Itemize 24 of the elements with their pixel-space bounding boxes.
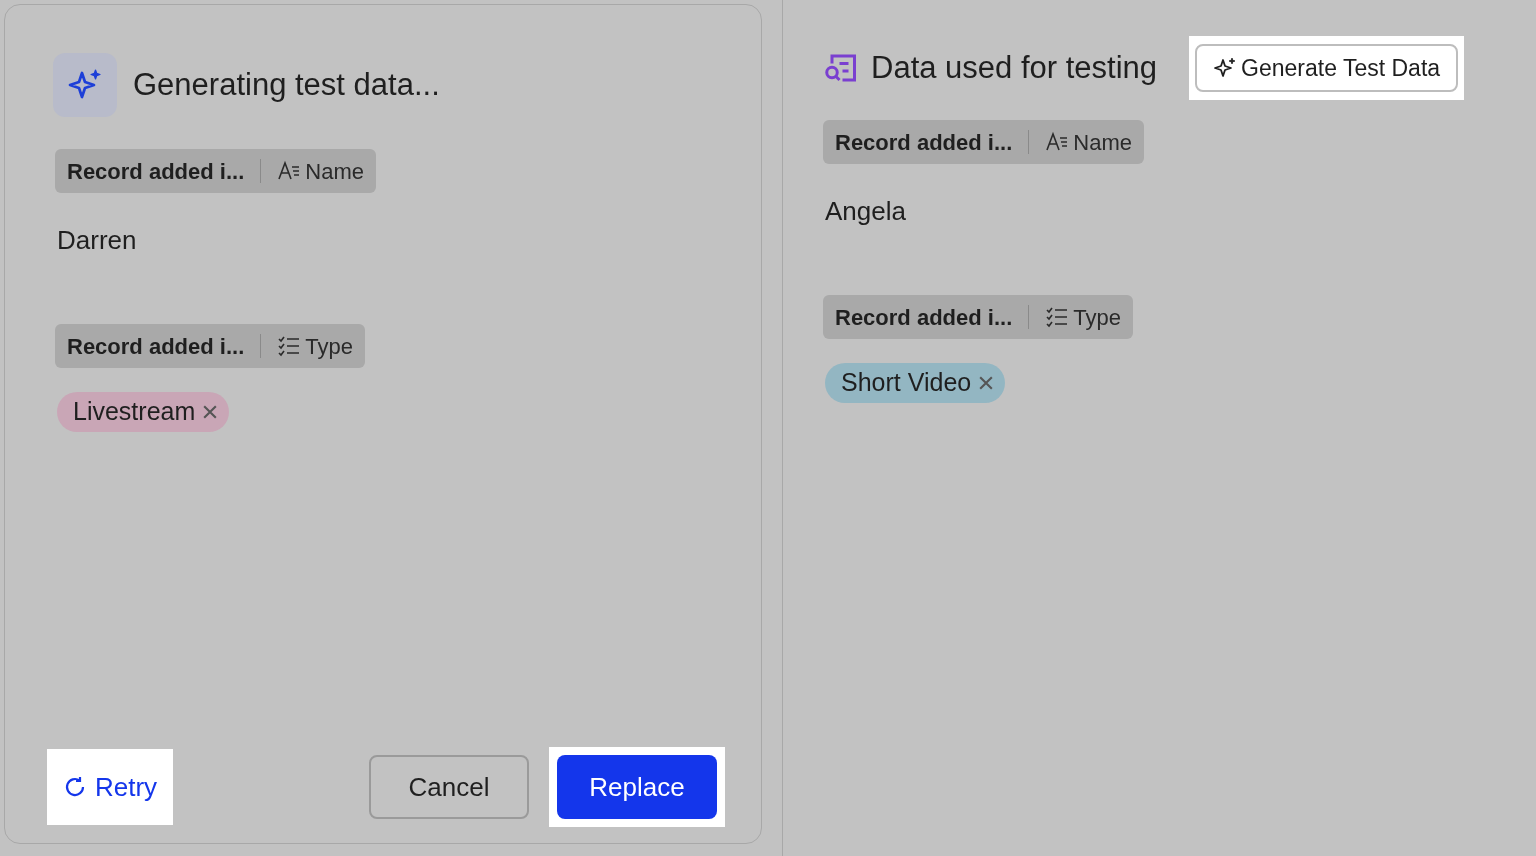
checklist-icon [277,334,302,358]
cancel-button[interactable]: Cancel [369,755,529,819]
field-value: Angela [825,195,906,228]
panel-title: Data used for testing [871,48,1158,87]
field-name: Name [1073,128,1132,157]
remove-icon[interactable] [979,376,994,390]
source-label: Record added i... [67,332,245,361]
popover-title: Generating test data... [133,65,440,104]
generate-button[interactable]: Generate Test Data [1195,44,1459,92]
checklist-icon [1045,305,1070,329]
source-label: Record added i... [67,157,245,186]
retry-button[interactable]: Retry [63,769,158,805]
option-tag: Livestream [57,392,230,432]
remove-icon[interactable] [203,405,218,419]
field-name: Name [305,157,364,186]
refresh-icon [63,775,87,799]
sparkle-icon [1213,56,1238,80]
replace-button[interactable]: Replace [557,755,717,819]
source-label: Record added i... [835,128,1013,157]
source-label: Record added i... [835,303,1013,332]
field-value: Darren [57,224,137,257]
field-name: Type [305,332,353,361]
field-name: Type [1073,303,1121,332]
option-tag: Short Video [825,363,1006,403]
